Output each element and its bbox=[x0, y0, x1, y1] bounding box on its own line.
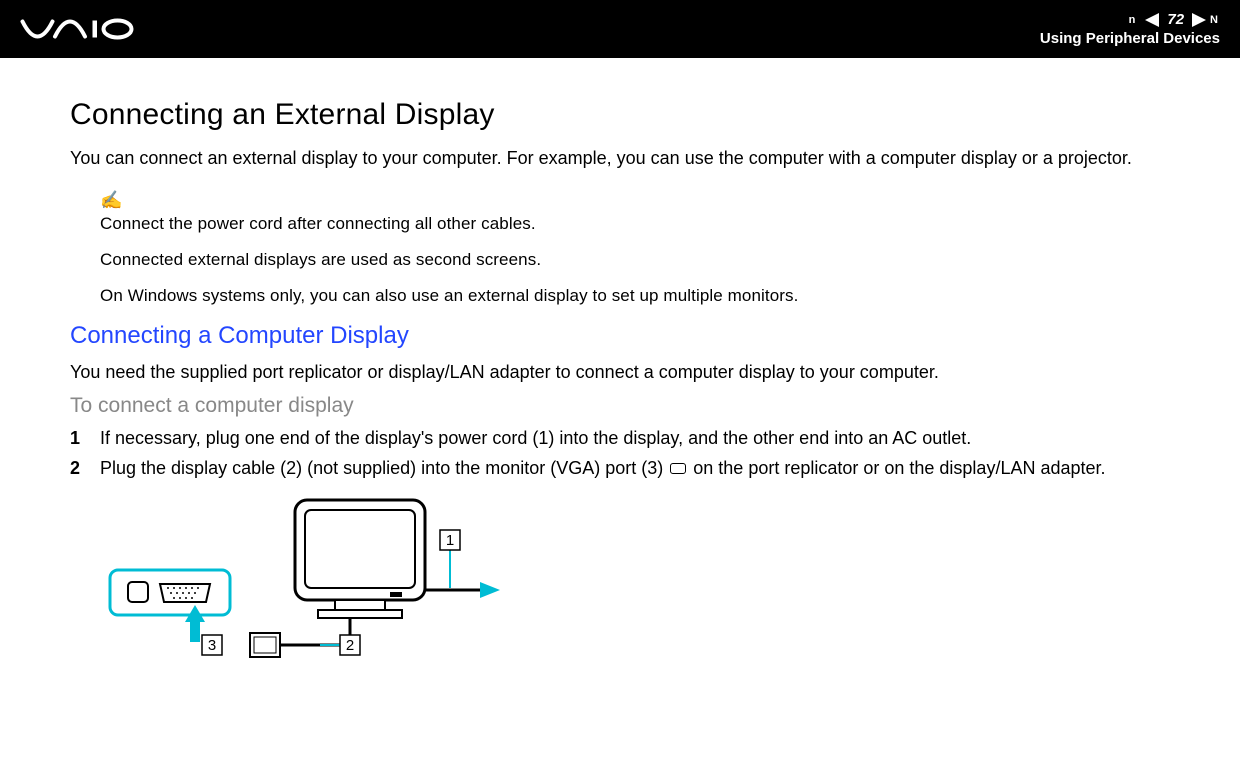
n-mark-left: n bbox=[1129, 14, 1136, 26]
step-text: Plug the display cable (2) (not supplied… bbox=[100, 456, 1170, 480]
step-2: 2 Plug the display cable (2) (not suppli… bbox=[70, 456, 1170, 480]
page-header: n 72 N Using Peripheral Devices bbox=[0, 0, 1240, 58]
vaio-logo bbox=[20, 17, 140, 41]
diagram-label-2: 2 bbox=[346, 637, 354, 654]
diagram-label-3: 3 bbox=[208, 637, 216, 654]
note-icon: ✍ bbox=[100, 190, 1170, 211]
step-text-before: Plug the display cable (2) (not supplied… bbox=[100, 458, 668, 478]
intro-paragraph: You can connect an external display to y… bbox=[70, 146, 1170, 170]
prev-page-arrow-icon[interactable] bbox=[1145, 13, 1159, 27]
section-subtitle: Connecting a Computer Display bbox=[70, 322, 1170, 350]
step-1: 1 If necessary, plug one end of the disp… bbox=[70, 426, 1170, 450]
vga-port-icon bbox=[670, 463, 686, 474]
step-text: If necessary, plug one end of the displa… bbox=[100, 426, 1170, 450]
step-text-after: on the port replicator or on the display… bbox=[688, 458, 1105, 478]
page-number: 72 bbox=[1167, 11, 1184, 28]
page-title: Connecting an External Display bbox=[70, 98, 1170, 132]
step-number: 2 bbox=[70, 456, 100, 480]
subtitle-text: You need the supplied port replicator or… bbox=[70, 360, 1170, 384]
diagram-label-1: 1 bbox=[446, 532, 454, 549]
connection-diagram: 1 2 3 bbox=[100, 490, 1170, 675]
page-navigation: n 72 N bbox=[1040, 11, 1220, 28]
n-mark-right: N bbox=[1210, 14, 1218, 26]
procedure-title: To connect a computer display bbox=[70, 394, 1170, 418]
note-block: ✍ Connect the power cord after connectin… bbox=[100, 190, 1170, 307]
section-label: Using Peripheral Devices bbox=[1040, 30, 1220, 47]
page-content: Connecting an External Display You can c… bbox=[0, 58, 1240, 695]
step-number: 1 bbox=[70, 426, 100, 450]
note-line-1: Connect the power cord after connecting … bbox=[100, 213, 1170, 235]
next-page-arrow-icon[interactable] bbox=[1192, 13, 1206, 27]
note-line-2: Connected external displays are used as … bbox=[100, 249, 1170, 271]
header-right: n 72 N Using Peripheral Devices bbox=[1040, 11, 1220, 47]
note-line-3: On Windows systems only, you can also us… bbox=[100, 285, 1170, 307]
